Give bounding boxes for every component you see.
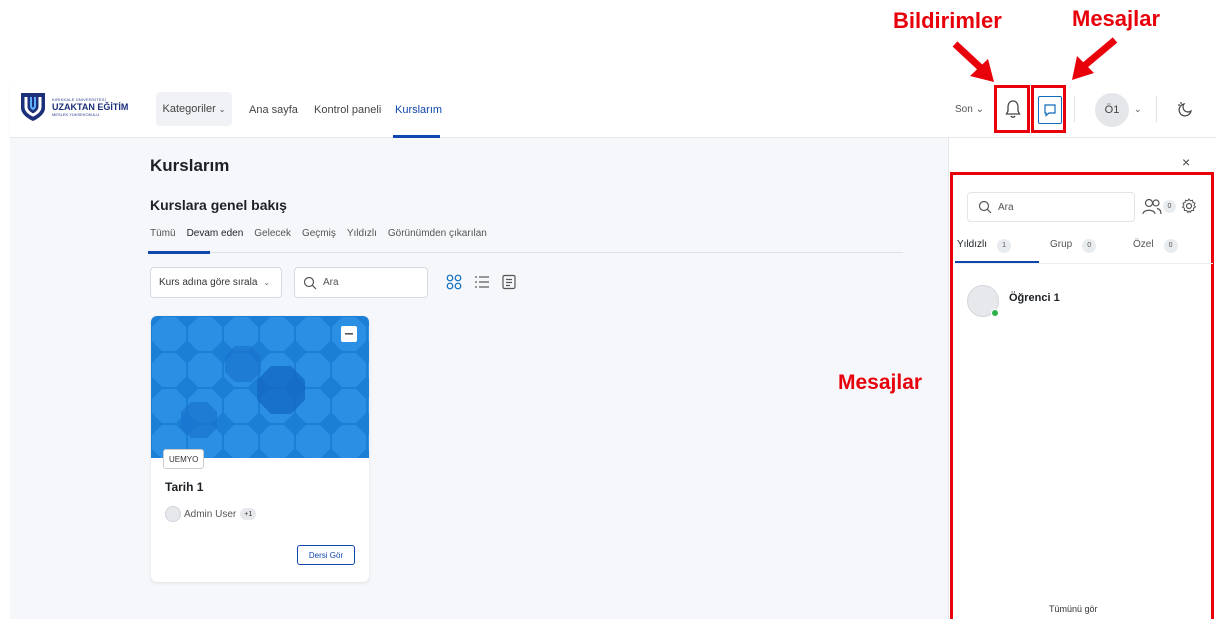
view-all-link[interactable]: Tümünü gör [1049,604,1098,614]
card-menu-button[interactable] [341,326,357,342]
tab-label: Yıldızlı [957,239,988,250]
contacts-icon[interactable] [1142,198,1162,216]
course-image [151,316,369,458]
chevron-down-icon: ⌄ [975,104,984,115]
logo-university: KIRIKKALE ÜNİVERSİTESİ [52,96,106,102]
tab-hidden[interactable]: Görünümden çıkarılan [388,228,487,239]
nav-my-courses-link[interactable]: Kurslarım [395,104,442,116]
messages-highlight-box [1031,85,1066,133]
nav-home-link[interactable]: Ana sayfa [249,104,298,116]
logo-subtitle: MESLEK YÜKSEKOKULU [52,111,100,117]
arrow-to-bell-icon [952,41,994,82]
chevron-down-icon: ⌄ [218,104,226,114]
shield-logo-icon [21,93,45,121]
tab-count: 0 [1163,239,1178,253]
search-icon [303,276,317,289]
view-course-button[interactable]: Dersi Gör [297,545,355,565]
top-navbar: KIRIKKALE ÜNİVERSİTESİ UZAKTAN EĞİTİM ME… [10,82,1216,138]
tab-in-progress[interactable]: Devam eden [187,228,244,239]
notifications-highlight-box [994,85,1030,133]
theme-mode-icon[interactable] [1175,99,1195,119]
tab-label: Özel [1133,239,1154,250]
tab-starred[interactable]: Yıldızlı [347,228,377,239]
gear-icon[interactable] [1181,198,1197,214]
search-placeholder: Ara [323,277,339,288]
course-card[interactable]: UEMYO Tarih 1 Admin User +1 Dersi Gör [151,316,369,582]
categories-label: Kategoriler [162,103,216,115]
tab-future[interactable]: Gelecek [254,228,291,239]
section-title: Kurslara genel bakış [150,197,287,213]
site-logo[interactable]: KIRIKKALE ÜNİVERSİTESİ UZAKTAN EĞİTİM ME… [20,92,128,122]
tab-past[interactable]: Geçmiş [302,228,336,239]
tab-count: 1 [997,239,1012,253]
contact-requests-count: 0 [1163,200,1176,213]
tab-group-conversations[interactable]: Grup 0 [1050,239,1097,253]
chevron-down-icon[interactable]: ⌄ [1134,104,1142,115]
tab-starred-conversations[interactable]: Yıldızlı 1 [957,239,1012,253]
conversation-name: Öğrenci 1 [1009,292,1060,304]
summary-view-icon[interactable] [501,274,517,290]
chevron-down-icon: ⌄ [263,278,271,287]
sort-label: Kurs adına göre sırala [159,277,258,288]
logo-title: UZAKTAN EĞİTİM [52,101,129,112]
course-filter-tabs: Tümü Devam eden Gelecek Geçmiş Yıldızlı … [150,228,498,239]
recent-dropdown[interactable]: Son ⌄ [955,104,984,115]
search-icon [978,200,992,214]
arrow-to-messages-icon [1072,37,1118,80]
course-teacher: Admin User +1 [165,506,257,522]
course-title[interactable]: Tarih 1 [165,480,203,494]
main-content: Kurslarım Kurslara genel bakış Tümü Deva… [10,138,948,619]
tab-count: 0 [1082,239,1097,253]
categories-dropdown[interactable]: Kategoriler ⌄ [156,92,232,126]
course-category-badge: UEMYO [163,449,205,469]
more-teachers-badge: +1 [240,508,257,520]
nav-dashboard-link[interactable]: Kontrol paneli [314,104,381,116]
tab-all[interactable]: Tümü [150,228,176,239]
annotation-notifications-label: Bildirimler [893,8,1002,33]
annotation-messages-side-label: Mesajlar [838,371,923,394]
recent-label: Son [955,104,973,115]
tab-active-indicator [148,251,210,254]
messages-search-input[interactable]: Ara [967,192,1135,222]
avatar [967,285,999,317]
annotation-messages-label: Mesajlar [1072,6,1161,31]
nav-divider [1156,96,1157,122]
teacher-name: Admin User [184,508,237,520]
card-view-icon[interactable] [446,274,462,290]
online-status-dot [991,309,999,317]
messages-drawer: × Ara 0 Yıldızlı 1 Grup 0 Özel 0 Öğrenci 1 … [948,138,1216,619]
user-avatar[interactable]: Ö1 [1095,93,1129,127]
conversation-item[interactable]: Öğrenci 1 [967,285,1060,317]
course-search-input[interactable]: Ara [294,267,428,298]
tab-label: Grup [1050,239,1073,250]
tab-private-conversations[interactable]: Özel 0 [1133,239,1178,253]
more-icon [345,333,353,335]
page-title: Kurslarım [150,156,230,175]
tabs-divider [148,252,903,253]
list-view-icon[interactable] [474,274,490,290]
messages-tabs-divider [955,263,1213,264]
messages-search-placeholder: Ara [998,201,1014,213]
close-icon[interactable]: × [1182,154,1190,170]
nav-divider [1074,96,1075,122]
sort-select[interactable]: Kurs adına göre sırala ⌄ [150,267,282,298]
teacher-avatar [165,506,181,522]
